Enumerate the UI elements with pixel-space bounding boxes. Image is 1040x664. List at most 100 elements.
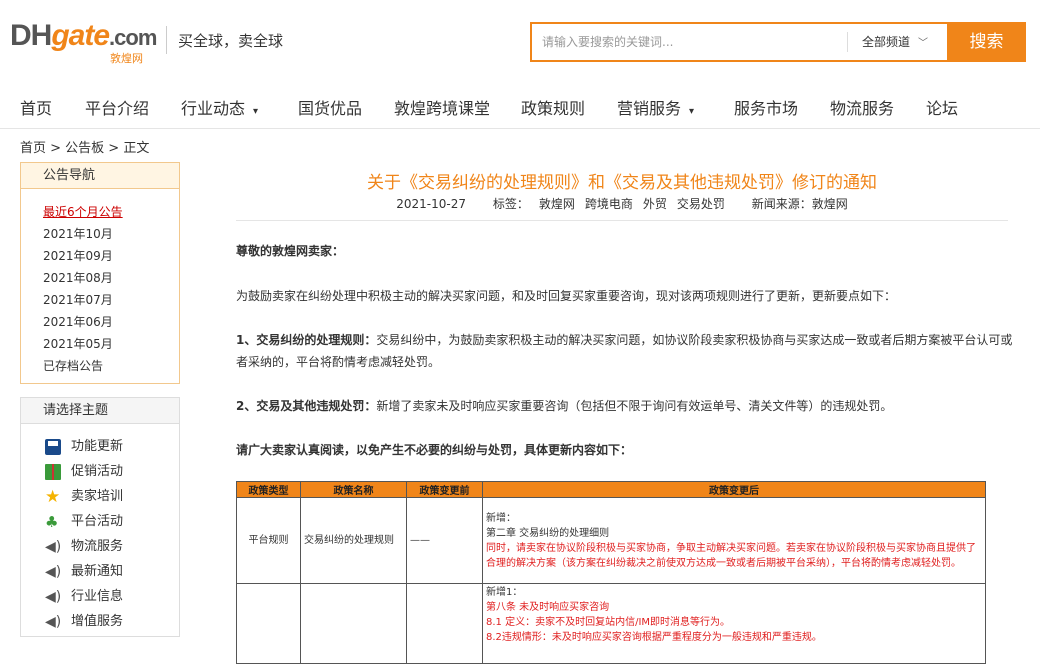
notice-paragraph: 请广大卖家认真阅读，以免产生不必要的纠纷与处罚，具体更新内容如下： [236, 439, 1016, 461]
nav-label: 政策规则 [521, 99, 586, 118]
chevron-down-icon: ▾ [689, 106, 695, 117]
announce-item-2021-07[interactable]: 2021年07月 [21, 289, 179, 311]
article-date: 2021-10-27 [396, 197, 466, 211]
table-cell-name: 交易纠纷的处理规则 [300, 497, 407, 584]
topic-nav-title: 请选择主题 [21, 398, 179, 424]
nav-item-classroom[interactable]: 敦煌跨境课堂 [394, 95, 490, 119]
logo-dh: DH [10, 19, 52, 52]
search-category-select[interactable]: 全部频道 ﹀ [847, 32, 947, 52]
article-tag[interactable]: 交易处罚 [677, 197, 725, 211]
announce-item-recent[interactable]: 最近6个月公告 [21, 201, 179, 223]
search-category-label: 全部频道 [862, 35, 911, 49]
search-bar: 全部频道 ﹀ 搜索 [530, 22, 1026, 62]
dhgate-logo[interactable]: DHgate.com 敦煌网 [10, 19, 160, 66]
nav-label: 敦煌跨境课堂 [394, 99, 491, 118]
announcement-nav: 公告导航 最近6个月公告 2021年10月 2021年09月 2021年08月 … [20, 162, 180, 384]
chevron-down-icon: ▾ [253, 106, 259, 117]
topic-item-feature-update[interactable]: 功能更新 [21, 434, 179, 459]
topic-nav: 请选择主题 功能更新 促销活动 ★ 卖家培训 ♣ 平台活动 ◀) 物流服务 ◀) 最新通… [20, 397, 180, 637]
intro-paragraph: 为鼓励卖家在纠纷处理中积极主动的解决买家问题，和及时回复买家重要咨询，现对该两项… [236, 289, 897, 303]
nav-label: 营销服务 [617, 99, 682, 118]
header: DHgate.com 敦煌网 买全球，卖全球 全部频道 ﹀ 搜索 [0, 0, 1040, 85]
article-tag[interactable]: 外贸 [643, 197, 667, 211]
nav-item-policy-rules[interactable]: 政策规则 [521, 95, 585, 119]
table-row: 新增1： 第八条 未及时响应买家咨询 8.1 定义：卖家不及时回复站内信/IM即… [236, 583, 986, 664]
nav-item-platform-intro[interactable]: 平台介绍 [85, 95, 149, 119]
nav-label: 国货优品 [298, 99, 363, 118]
topic-item-logistics[interactable]: ◀) 物流服务 [21, 534, 179, 559]
point2-text: 新增了卖家未及时响应买家重要咨询（包括但不限于询问有效运单号、清关文件等）的违规… [376, 399, 893, 413]
announcement-nav-title: 公告导航 [21, 163, 179, 189]
policy-change-table: 政策类型 政策名称 政策变更前 政策变更后 平台规则 交易纠纷的处理规则 —— … [236, 481, 986, 664]
table-cell-type: 平台规则 [236, 497, 301, 584]
speaker-icon: ◀) [45, 564, 62, 580]
point1-paragraph: 1、交易纠纷的处理规则：交易纠纷中，为鼓励卖家积极主动的解决买家问题，如协议阶段… [236, 329, 1016, 373]
point1-title: 1、交易纠纷的处理规则： [236, 333, 377, 347]
tags-label: 标签： [492, 197, 529, 211]
article-source: 新闻来源：敦煌网 [751, 197, 848, 211]
point2-title: 2、交易及其他违规处罚： [236, 399, 377, 413]
star-icon: ★ [45, 487, 61, 507]
topic-item-latest-notice[interactable]: ◀) 最新通知 [21, 559, 179, 584]
nav-label: 平台介绍 [85, 99, 150, 118]
nav-item-service-market[interactable]: 服务市场 [734, 95, 798, 119]
chevron-down-icon: ﹀ [918, 38, 929, 49]
table-cell-name [300, 583, 407, 664]
speaker-icon: ◀) [45, 539, 62, 555]
logo-wordmark: DHgate.com [10, 19, 157, 54]
article-tag[interactable]: 跨境电商 [585, 197, 633, 211]
change-line: 第二章 交易纠纷的处理细则 [486, 527, 610, 539]
announce-item-2021-06[interactable]: 2021年06月 [21, 311, 179, 333]
slogan: 买全球，卖全球 [178, 32, 284, 50]
save-icon [45, 439, 61, 455]
plant-icon: ♣ [45, 513, 59, 531]
main-nav: 首页 平台介绍 行业动态 ▾ 国货优品 敦煌跨境课堂 政策规则 营销服务 ▾ 服务市… [0, 85, 1040, 129]
search-button[interactable]: 搜索 [947, 22, 1026, 62]
table-header: 政策变更后 [482, 481, 986, 498]
announce-item-2021-05[interactable]: 2021年05月 [21, 333, 179, 355]
nav-label: 物流服务 [830, 99, 895, 118]
table-cell-after: 新增1： 第八条 未及时响应买家咨询 8.1 定义：卖家不及时回复站内信/IM即… [482, 583, 986, 664]
announce-item-archived[interactable]: 已存档公告 [21, 355, 179, 377]
change-line: 新增1： [486, 587, 523, 598]
nav-item-industry-news[interactable]: 行业动态 ▾ [181, 95, 258, 119]
article-meta: 2021-10-27 标签： 敦煌网 跨境电商 外贸 交易处罚 新闻来源：敦煌网 [236, 195, 1008, 212]
nav-item-domestic-goods[interactable]: 国货优品 [298, 95, 362, 119]
table-row: 平台规则 交易纠纷的处理规则 —— 新增： 第二章 交易纠纷的处理细则 同时，请… [236, 497, 986, 584]
change-line: 同时，请卖家在协议阶段积极与买家协商，争取主动解决买家问题。若卖家在协议阶段积极… [486, 542, 976, 569]
speaker-icon: ◀) [45, 589, 62, 605]
nav-item-marketing[interactable]: 营销服务 ▾ [617, 95, 694, 119]
topic-item-platform-event[interactable]: ♣ 平台活动 [21, 509, 179, 534]
article-title: 关于《交易纠纷的处理规则》和《交易及其他违规处罚》修订的通知 [367, 173, 877, 193]
announce-item-2021-08[interactable]: 2021年08月 [21, 267, 179, 289]
logo-gate: gate [51, 19, 110, 52]
greeting-text: 尊敬的敦煌网卖家： [236, 244, 345, 258]
topic-item-value-added[interactable]: ◀) 增值服务 [21, 609, 179, 634]
article-tag[interactable]: 敦煌网 [539, 197, 575, 211]
nav-item-forum[interactable]: 论坛 [926, 95, 958, 119]
table-header: 政策类型 [236, 481, 301, 498]
table-header: 政策名称 [300, 481, 407, 498]
search-input[interactable] [532, 24, 847, 60]
change-line: 新增： [486, 512, 516, 524]
gift-icon [45, 464, 61, 480]
speaker-icon: ◀) [45, 614, 62, 630]
table-header: 政策变更前 [406, 481, 483, 498]
table-cell-before: —— [406, 497, 483, 584]
nav-label: 论坛 [926, 99, 959, 118]
table-cell-type [236, 583, 301, 664]
change-line: 8.2违规情形：未及时响应买家咨询根据严重程度分为一般违规和严重违规。 [486, 632, 822, 643]
announce-item-2021-09[interactable]: 2021年09月 [21, 245, 179, 267]
table-cell-after: 新增： 第二章 交易纠纷的处理细则 同时，请卖家在协议阶段积极与买家协商，争取主… [482, 497, 986, 584]
point2-paragraph: 2、交易及其他违规处罚：新增了卖家未及时响应买家重要咨询（包括但不限于询问有效运… [236, 395, 1016, 417]
breadcrumb[interactable]: 首页 > 公告板 > 正文 [20, 137, 149, 156]
nav-item-logistics[interactable]: 物流服务 [830, 95, 894, 119]
nav-item-home[interactable]: 首页 [20, 95, 52, 119]
topic-item-industry-info[interactable]: ◀) 行业信息 [21, 584, 179, 609]
nav-label: 行业动态 [181, 99, 246, 118]
announce-item-2021-10[interactable]: 2021年10月 [21, 223, 179, 245]
greeting: 尊敬的敦煌网卖家： [236, 240, 1016, 262]
topic-item-seller-training[interactable]: ★ 卖家培训 [21, 484, 179, 509]
nav-label: 首页 [20, 99, 53, 118]
topic-item-promotion[interactable]: 促销活动 [21, 459, 179, 484]
